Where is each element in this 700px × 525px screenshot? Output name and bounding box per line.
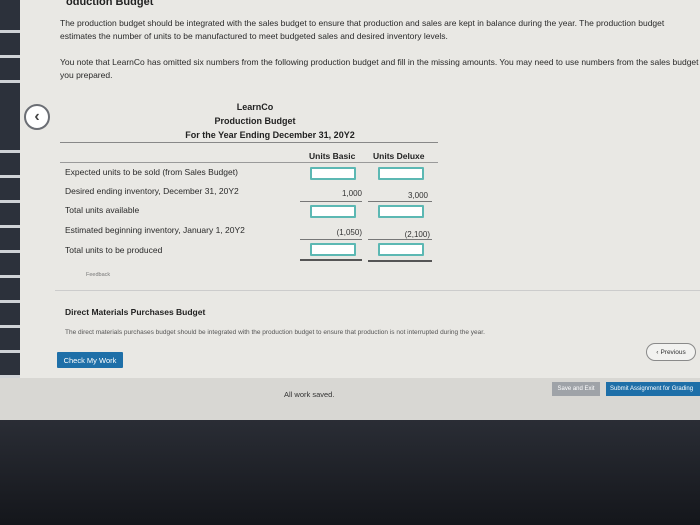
sidebar-tab[interactable] (0, 175, 20, 178)
sidebar-tab[interactable] (0, 250, 20, 253)
sidebar-tab[interactable] (0, 350, 20, 353)
previous-label: Previous (660, 348, 686, 356)
monitor-bezel (0, 420, 700, 525)
left-sidebar (0, 0, 20, 420)
check-my-work-button[interactable]: Check My Work (57, 352, 123, 368)
direct-materials-title: Direct Materials Purchases Budget (65, 307, 206, 317)
sidebar-tab[interactable] (0, 55, 20, 58)
column-header-basic: Units Basic (309, 151, 356, 161)
basic-total-available-input[interactable] (310, 205, 356, 218)
subtotal-rule-basic (300, 201, 362, 202)
budget-title: Production Budget (214, 116, 296, 126)
collapse-panel-button[interactable]: ‹ (24, 104, 50, 130)
intro-paragraph: The production budget should be integrat… (60, 18, 665, 41)
subtotal-rule-deluxe (368, 201, 432, 202)
basic-units-sold-input[interactable] (310, 167, 356, 180)
deluxe-ending-inventory-value: 3,000 (407, 191, 428, 200)
sidebar-tab[interactable] (0, 225, 20, 228)
feedback-link[interactable]: Feedback (86, 272, 110, 278)
sidebar-tab[interactable] (0, 200, 20, 203)
basic-units-produced-input[interactable] (310, 243, 356, 256)
total-rule-basic (300, 259, 362, 261)
instructions-paragraph: You note that LearnCo has omitted six nu… (60, 57, 699, 80)
sidebar-tab[interactable] (0, 300, 20, 303)
previous-button[interactable]: ‹ Previous (646, 343, 696, 361)
save-and-exit-button[interactable]: Save and Exit (552, 382, 600, 396)
deluxe-units-sold-input[interactable] (378, 167, 424, 180)
budget-title-block: LearnCo Production Budget For the Year E… (60, 100, 450, 142)
section-divider (55, 290, 700, 291)
row-label: Expected units to be sold (from Sales Bu… (65, 167, 238, 177)
budget-period: For the Year Ending December 31, 20Y2 (185, 130, 355, 140)
submit-assignment-button[interactable]: Submit Assignment for Grading (606, 382, 700, 396)
basic-ending-inventory-value: 1,000 (341, 189, 362, 198)
chevron-left-icon: ‹ (34, 108, 40, 125)
assignment-screen: ‹ oduction Budget The production budget … (0, 0, 700, 420)
section-heading: oduction Budget (66, 0, 154, 8)
sidebar-tab[interactable] (0, 80, 20, 83)
row-label: Estimated beginning inventory, January 1… (65, 225, 245, 235)
chevron-left-icon: ‹ (656, 348, 659, 356)
basic-beginning-inventory-value: (1,050) (336, 228, 362, 237)
deluxe-units-produced-input[interactable] (378, 243, 424, 256)
company-name: LearnCo (236, 102, 274, 112)
deluxe-beginning-inventory-value: (2,100) (404, 230, 430, 239)
title-divider (60, 142, 438, 143)
row-label: Total units to be produced (65, 245, 163, 255)
row-label: Desired ending inventory, December 31, 2… (65, 186, 239, 196)
column-header-deluxe: Units Deluxe (373, 151, 425, 161)
subtotal-rule-basic (300, 239, 362, 240)
direct-materials-text: The direct materials purchases budget sh… (65, 329, 485, 336)
sidebar-tab[interactable] (0, 30, 20, 33)
deluxe-total-available-input[interactable] (378, 205, 424, 218)
sidebar-tab[interactable] (0, 275, 20, 278)
row-label: Total units available (65, 205, 140, 215)
total-rule-deluxe (368, 260, 432, 262)
sidebar-tab[interactable] (0, 150, 20, 153)
header-divider (60, 162, 438, 163)
save-status: All work saved. (284, 390, 335, 399)
subtotal-rule-deluxe (368, 239, 432, 240)
sidebar-tab[interactable] (0, 325, 20, 328)
